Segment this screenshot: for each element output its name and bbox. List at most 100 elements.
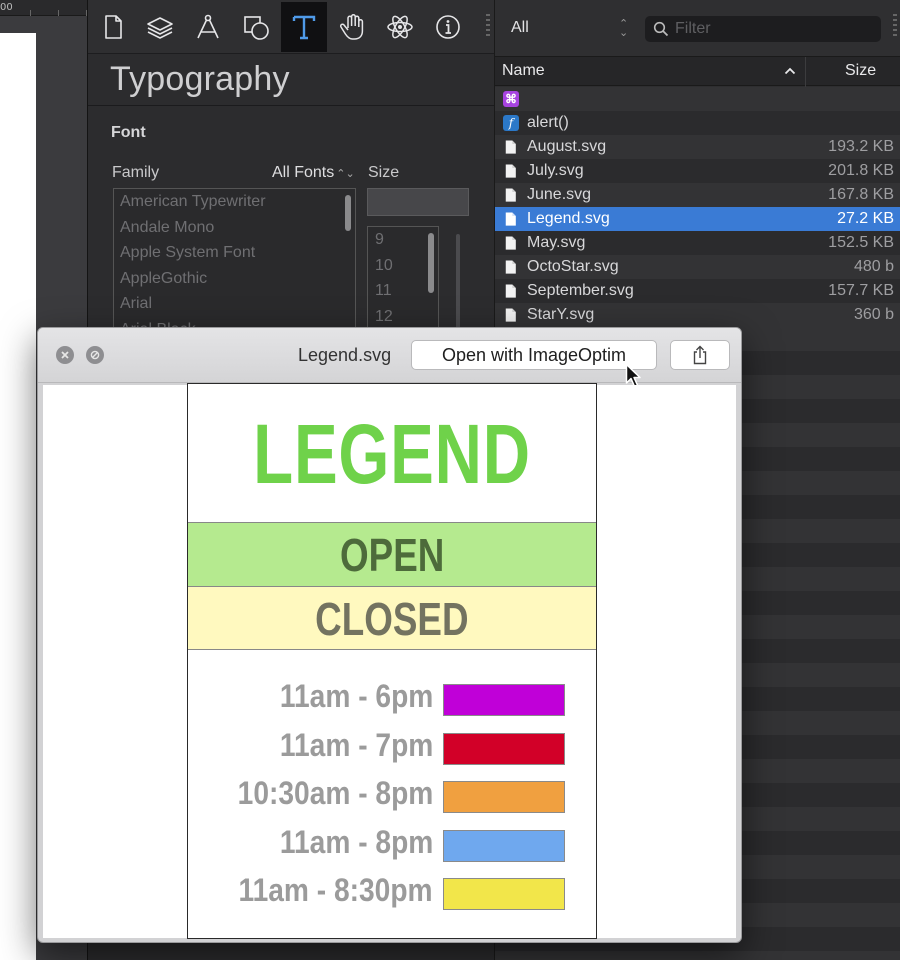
size-column-header[interactable]: Size (845, 62, 876, 80)
hours-row: 10:30am - 8pm (188, 771, 596, 820)
font-family-item[interactable]: American Typewriter (114, 189, 355, 215)
file-size: 201.8 KB (828, 162, 894, 179)
font-family-list[interactable]: American Typewriter Andale Mono Apple Sy… (113, 188, 356, 338)
document-tool-button[interactable] (90, 2, 136, 52)
hours-label: 10:30am - 8pm (237, 775, 433, 811)
shapes-tool-button[interactable] (233, 2, 279, 52)
list-item[interactable]: May.svg 152.5 KB (495, 231, 900, 255)
legend-document: LEGEND OPEN CLOSED 11am - 6pm 11am - 7pm… (187, 383, 597, 939)
quick-look-window: Legend.svg Open with ImageOptim LEGEND O… (37, 327, 742, 943)
filter-scope-select[interactable]: All (511, 19, 529, 37)
color-swatch (443, 829, 565, 862)
info-tool-button[interactable] (425, 2, 471, 52)
legend-title: LEGEND (253, 407, 531, 501)
font-family-item[interactable]: Andale Mono (114, 215, 355, 241)
fullscreen-disabled-icon (90, 350, 100, 360)
file-icon (503, 235, 519, 251)
section-heading-font: Font (111, 124, 146, 141)
hours-label: 11am - 8pm (279, 823, 433, 860)
layers-tool-button[interactable] (137, 2, 183, 52)
plugins-tool-button[interactable] (377, 2, 423, 52)
file-size: 360 b (853, 306, 894, 323)
family-label: Family (112, 164, 160, 181)
list-item[interactable]: ⌘ (495, 87, 900, 111)
inspector-toolbar (88, 0, 494, 54)
color-swatch (443, 732, 565, 765)
plugin-icon: ⌘ (503, 91, 519, 107)
color-swatch (443, 781, 565, 813)
file-icon (503, 259, 519, 275)
document-icon (105, 15, 122, 39)
browser-grip[interactable] (893, 14, 897, 40)
open-band: OPEN (188, 522, 596, 586)
filter-search-field[interactable]: Filter (645, 16, 881, 42)
info-icon (436, 15, 460, 39)
file-size: 480 b (853, 258, 894, 275)
list-item[interactable]: August.svg 193.2 KB (495, 135, 900, 159)
file-name: Legend.svg (527, 210, 610, 227)
file-icon (503, 163, 519, 179)
file-icon (503, 283, 519, 299)
text-tool-button[interactable] (281, 2, 327, 52)
font-family-item[interactable]: AppleGothic (114, 266, 355, 292)
file-icon (503, 139, 519, 155)
font-family-item[interactable]: Arial (114, 291, 355, 317)
file-name: May.svg (527, 234, 586, 251)
file-name: OctoStar.svg (527, 258, 619, 275)
canvas-artboard[interactable] (0, 33, 36, 960)
list-item[interactable]: f alert() (495, 111, 900, 135)
scrollbar[interactable] (428, 233, 434, 293)
close-button[interactable] (56, 346, 74, 364)
shapes-icon (244, 16, 269, 40)
list-item[interactable]: September.svg 157.7 KB (495, 279, 900, 303)
file-size: 167.8 KB (828, 186, 894, 203)
file-size: 193.2 KB (828, 138, 894, 155)
file-name: June.svg (527, 186, 592, 203)
list-item[interactable]: June.svg 167.8 KB (495, 183, 900, 207)
sort-ascending-icon[interactable] (783, 64, 797, 78)
up-down-chevron-icon[interactable]: ⌃ ⌄ (619, 19, 628, 39)
open-label: OPEN (339, 529, 445, 581)
font-family-item[interactable]: Apple System Font (114, 240, 355, 266)
column-separator[interactable] (805, 57, 806, 87)
hand-icon (339, 13, 364, 40)
list-item[interactable]: StarY.svg 360 b (495, 303, 900, 327)
hours-row: 11am - 8pm (188, 820, 596, 869)
quick-look-preview: LEGEND OPEN CLOSED 11am - 6pm 11am - 7pm… (43, 383, 736, 939)
list-item-selected[interactable]: Legend.svg 27.2 KB (495, 207, 900, 231)
layers-icon (147, 17, 173, 39)
name-column-header[interactable]: Name (502, 62, 545, 80)
hours-label: 11am - 7pm (279, 726, 433, 763)
font-set-select[interactable]: All Fonts ⌃⌄ (272, 164, 355, 182)
font-size-item[interactable]: 12 (368, 304, 438, 330)
scrollbar[interactable] (345, 195, 351, 231)
font-size-input[interactable] (367, 188, 469, 216)
up-down-chevron-icon: ⌃⌄ (336, 168, 355, 180)
font-size-list[interactable]: 9 10 11 12 (367, 226, 439, 338)
file-name: September.svg (527, 282, 634, 299)
list-item[interactable]: July.svg 201.8 KB (495, 159, 900, 183)
file-size: 157.7 KB (828, 282, 894, 299)
hours-row: 11am - 6pm (188, 674, 596, 723)
file-name: July.svg (527, 162, 584, 179)
ruler-label: 00 (0, 2, 13, 13)
fullscreen-button[interactable] (86, 346, 104, 364)
filter-placeholder: Filter (675, 20, 711, 37)
quick-look-titlebar[interactable]: Legend.svg Open with ImageOptim (38, 328, 741, 388)
toolbar-grip[interactable] (486, 14, 490, 40)
share-button[interactable] (670, 340, 730, 370)
share-icon (693, 345, 707, 365)
file-name: StarY.svg (527, 306, 595, 323)
pen-tool-button[interactable] (185, 2, 231, 52)
horizontal-ruler: 00 (0, 0, 88, 16)
browser-filter-bar: All ⌃ ⌄ Filter (495, 0, 900, 56)
open-with-button[interactable]: Open with ImageOptim (411, 340, 657, 370)
panel-title: Typography (110, 60, 290, 98)
list-item[interactable]: OctoStar.svg 480 b (495, 255, 900, 279)
file-icon (503, 307, 519, 323)
hours-row: 11am - 8:30pm (188, 868, 596, 917)
font-size-slider[interactable] (456, 234, 460, 338)
hand-tool-button[interactable] (329, 2, 375, 52)
atom-icon (387, 15, 413, 39)
closed-band: CLOSED (188, 586, 596, 650)
